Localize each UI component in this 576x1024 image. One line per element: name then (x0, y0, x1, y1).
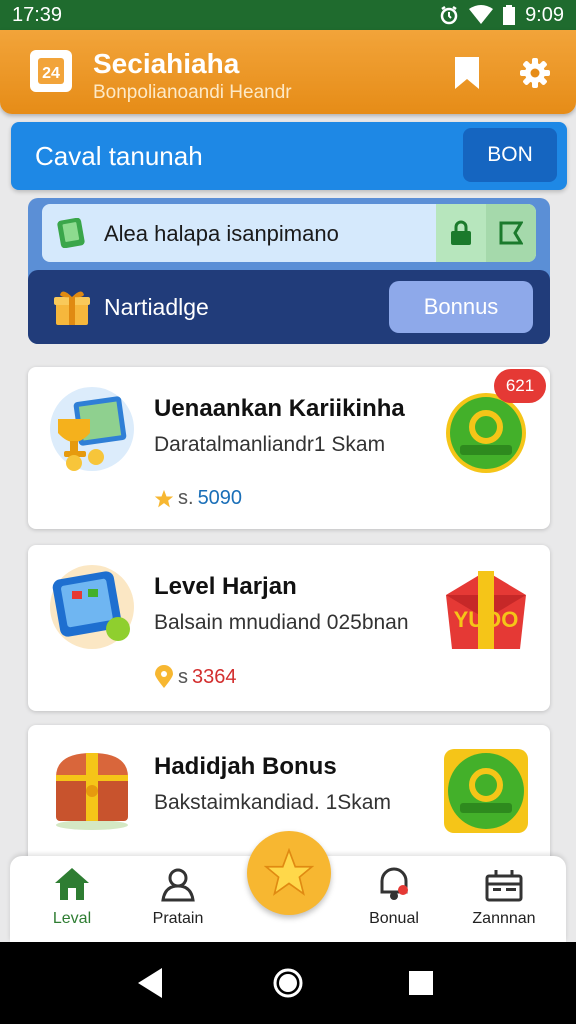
status-clock: 9:09 (525, 3, 564, 26)
bonus-button[interactable]: Bonnus (389, 281, 533, 333)
nav-label: Zannnan (472, 910, 536, 927)
promo-bottom-text: Nartiadlge (104, 294, 209, 320)
banner-button[interactable]: BON (463, 128, 557, 182)
nav-label: Pratain (152, 910, 204, 927)
card-stat-value: 5090 (197, 487, 243, 509)
location-pin-icon (155, 665, 173, 688)
promo-top-text: Alea halapa isanpimano (104, 221, 339, 246)
trophy-image (50, 387, 134, 471)
reward-card[interactable]: Level Harjan Balsain mnudiand 025bnan s3… (28, 545, 550, 711)
nav-item-pratain[interactable]: Pratain (128, 866, 228, 936)
battery-icon (503, 5, 516, 25)
phone-icon (57, 218, 85, 248)
tablet-image (50, 565, 134, 649)
reward-card[interactable]: Uenaankan Kariikinha Daratalmanliandr1 S… (28, 367, 550, 529)
promo-card: Alea halapa isanpimano Nartiadlge Bonnus (28, 198, 550, 344)
card-title: Hadidjah Bonus (154, 753, 337, 780)
lock-icon (451, 220, 471, 245)
card-stat-value: 3364 (192, 665, 237, 688)
nav-item-zannnan[interactable]: Zannnan (454, 866, 554, 936)
app-subtitle: Bonpolianoandi Heandr (93, 82, 292, 103)
app-bar: 24 Seciahiaha Bonpolianoandi Heandr (0, 30, 576, 114)
star-icon (154, 489, 174, 507)
settings-icon[interactable] (518, 56, 552, 90)
system-nav-bar (0, 942, 576, 1024)
card-stat: s 3364 (154, 665, 237, 689)
card-stat-prefix: s. (178, 487, 194, 509)
gift-icon (54, 291, 90, 325)
app-logo: 24 (30, 50, 72, 92)
card-description: Balsain mnudiand 025bnan (154, 611, 409, 634)
nav-label: Leval (52, 910, 92, 927)
flag-button[interactable] (486, 204, 536, 262)
svg-text:YUOO: YUOO (454, 607, 519, 632)
card-description: Daratalmanliandr1 Skam (154, 433, 386, 456)
nav-item-leval[interactable]: Leval (22, 866, 122, 936)
status-icons: 9:09 (439, 4, 564, 27)
app-title: Seciahiaha (93, 48, 240, 79)
treasure-chest-image (56, 753, 128, 830)
red-envelope-image: YUOO (446, 571, 526, 649)
back-icon[interactable] (134, 966, 168, 1000)
profile-icon (161, 868, 195, 902)
nav-item-bonual[interactable]: Bonual (344, 866, 444, 936)
recents-icon[interactable] (404, 966, 438, 1000)
home-icon (55, 868, 89, 900)
notification-icon (380, 867, 408, 900)
gift-box-icon (485, 870, 523, 902)
promo-top-row[interactable]: Alea halapa isanpimano (42, 204, 536, 262)
promo-bottom-row: Nartiadlge Bonnus (28, 270, 550, 344)
wifi-icon (469, 5, 494, 24)
status-time: 17:39 (12, 3, 63, 26)
bookmark-icon[interactable] (452, 56, 482, 90)
notification-badge: 621 (494, 369, 546, 403)
app-logo-icon: 24 (38, 58, 64, 84)
green-gear-badge (444, 749, 528, 833)
banner: Caval tanunah BON (11, 122, 567, 190)
nav-label: Bonual (369, 910, 419, 927)
lock-button[interactable] (436, 204, 486, 262)
status-bar: 17:39 9:09 (0, 0, 576, 30)
card-description: Bakstaimkandiad. 1Skam (154, 791, 391, 814)
star-icon (264, 848, 314, 896)
fab-star-button[interactable] (247, 831, 331, 915)
flag-icon (499, 221, 523, 245)
svg-text:24: 24 (42, 65, 60, 82)
banner-title: Caval tanunah (35, 141, 203, 171)
home-circle-icon[interactable] (271, 966, 305, 1000)
card-title: Level Harjan (154, 573, 297, 600)
card-stat: s. 5090 (154, 487, 242, 510)
card-stat-prefix: s (178, 665, 188, 688)
alarm-icon (440, 5, 458, 25)
card-title: Uenaankan Kariikinha (154, 395, 405, 422)
